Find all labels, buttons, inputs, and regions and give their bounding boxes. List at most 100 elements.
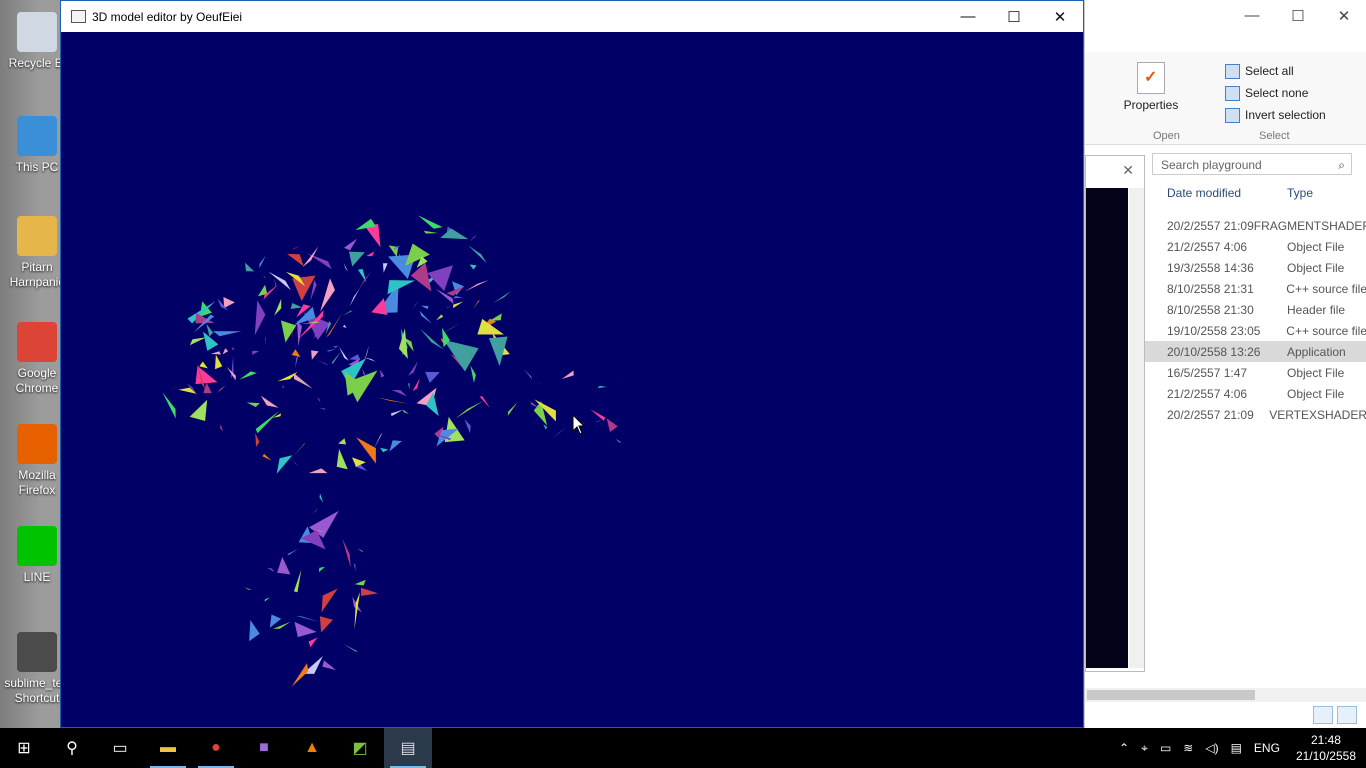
model-editor-window[interactable]: 3D model editor by OeufEiei — ☐ ✕: [60, 0, 1084, 728]
mesh-triangle: [255, 433, 260, 447]
mesh-triangle: [245, 262, 255, 272]
view-buttons: [1313, 706, 1357, 724]
mesh-triangle: [453, 301, 464, 309]
file-row[interactable]: 16/5/2557 1:47 Object File: [1145, 362, 1366, 383]
mesh-triangle: [473, 300, 480, 309]
explorer-close-button[interactable]: ✕: [1321, 7, 1366, 25]
mesh-triangle: [293, 569, 302, 593]
mesh-triangle: [383, 263, 388, 273]
large-icons-view-button[interactable]: [1337, 706, 1357, 724]
mesh-triangle: [170, 384, 177, 392]
scrollbar[interactable]: [1129, 188, 1144, 668]
mesh-triangle: [357, 548, 364, 553]
windows-icon: ⊞: [17, 740, 31, 757]
mesh-triangle: [349, 251, 365, 267]
wifi-icon[interactable]: ≋: [1177, 741, 1199, 755]
properties-button[interactable]: Properties: [1123, 62, 1179, 112]
file-row[interactable]: 21/2/2557 4:06 Object File: [1145, 383, 1366, 404]
file-row[interactable]: 20/2/2557 21:09 FRAGMENTSHADER: [1145, 215, 1366, 236]
close-icon[interactable]: ✕: [1122, 162, 1134, 179]
clock[interactable]: 21:48 21/10/2558: [1286, 732, 1366, 764]
search-input[interactable]: Search playground ⌕: [1152, 153, 1352, 175]
file-date: 20/10/2558 13:26: [1167, 344, 1261, 359]
column-header-type[interactable]: Type: [1287, 186, 1313, 200]
mesh-triangle: [343, 262, 349, 272]
mesh-triangle: [318, 566, 326, 573]
mesh-triangle: [455, 400, 484, 419]
file-row[interactable]: 8/10/2558 21:30 Header file: [1145, 299, 1366, 320]
volume-icon[interactable]: ◁): [1199, 741, 1224, 755]
column-header-date[interactable]: Date modified: [1167, 186, 1241, 200]
explorer-minimize-button[interactable]: —: [1229, 7, 1275, 24]
select-none-button[interactable]: Select none: [1225, 82, 1326, 104]
sublime-icon: [17, 632, 57, 672]
titlebar: 3D model editor by OeufEiei — ☐ ✕: [61, 1, 1083, 32]
clock-date: 21/10/2558: [1295, 749, 1356, 763]
invert-selection-button[interactable]: Invert selection: [1225, 104, 1326, 126]
mesh-triangle: [379, 369, 385, 378]
properties-label: Properties: [1123, 98, 1179, 112]
mesh-triangle: [561, 370, 574, 379]
mesh-triangle: [287, 254, 304, 267]
start-button[interactable]: ⊞: [0, 728, 48, 768]
horizontal-scrollbar[interactable]: [1085, 688, 1366, 702]
task-view-button[interactable]: ▭: [96, 728, 144, 768]
mesh-triangle: [308, 468, 328, 474]
taskbar-model-editor[interactable]: ▤: [384, 728, 432, 768]
close-button[interactable]: ✕: [1037, 1, 1083, 32]
file-row[interactable]: 21/2/2557 4:06 Object File: [1145, 236, 1366, 257]
mesh-triangle: [254, 300, 266, 336]
mesh-triangle: [226, 366, 236, 381]
language-indicator[interactable]: ENG: [1248, 741, 1286, 755]
file-date: 20/2/2557 21:09: [1167, 407, 1254, 422]
battery-icon[interactable]: ▭: [1154, 741, 1177, 755]
mesh-triangle: [362, 368, 366, 375]
chevron-up-icon[interactable]: ⌃: [1113, 741, 1135, 755]
computer-icon: [17, 116, 57, 156]
mesh-triangle: [262, 453, 272, 461]
file-type: Object File: [1287, 260, 1345, 275]
network-icon[interactable]: ⌖: [1135, 741, 1154, 756]
file-row[interactable]: 19/3/2558 14:36 Object File: [1145, 257, 1366, 278]
taskbar-explorer[interactable]: ▬: [144, 728, 192, 768]
mesh-triangle: [507, 402, 518, 416]
file-row[interactable]: 20/2/2557 21:09 VERTEXSHADER: [1145, 404, 1366, 425]
mesh-triangle: [252, 350, 260, 355]
select-all-button[interactable]: Select all: [1225, 60, 1326, 82]
mesh-triangle: [595, 419, 602, 423]
mesh-triangle: [222, 348, 229, 355]
file-row[interactable]: 20/10/2558 13:26 Application: [1145, 341, 1366, 362]
mesh-triangle: [464, 280, 489, 292]
invert-selection-icon: [1225, 107, 1240, 123]
mesh-triangle: [308, 637, 318, 648]
search-button[interactable]: ⚲: [48, 728, 96, 768]
file-row[interactable]: 19/10/2558 23:05 C++ source file: [1145, 320, 1366, 341]
mesh-triangle: [417, 215, 443, 229]
mesh-triangle: [268, 271, 291, 291]
mesh-triangle: [302, 246, 319, 268]
select-none-icon: [1225, 85, 1240, 101]
mesh-triangle: [239, 371, 257, 380]
explorer-maximize-button[interactable]: ☐: [1275, 7, 1321, 25]
taskbar-app-2[interactable]: ◩: [336, 728, 384, 768]
mesh-triangle: [523, 368, 533, 380]
mesh-triangle: [319, 407, 326, 410]
file-explorer-window[interactable]: — ☐ ✕ Properties Select all Select none …: [1084, 0, 1366, 728]
taskbar-chrome[interactable]: ●: [192, 728, 240, 768]
minimize-button[interactable]: —: [945, 1, 991, 32]
mesh-triangle: [336, 448, 348, 470]
3d-viewport[interactable]: [61, 32, 1083, 727]
mouse-cursor-icon: [572, 413, 586, 435]
mesh-triangle: [295, 355, 299, 369]
taskbar-app-1[interactable]: ■: [240, 728, 288, 768]
maximize-button[interactable]: ☐: [991, 1, 1037, 32]
mesh-triangle: [391, 389, 408, 397]
user-folder-icon: [17, 216, 57, 256]
scrollbar-thumb[interactable]: [1087, 690, 1255, 700]
file-row[interactable]: 8/10/2558 21:31 C++ source file: [1145, 278, 1366, 299]
task-view-icon: ▭: [112, 740, 128, 757]
notification-icon[interactable]: ▤: [1225, 741, 1248, 755]
explorer-titlebar: — ☐ ✕: [1085, 0, 1366, 31]
taskbar-vlc[interactable]: ▲: [288, 728, 336, 768]
details-view-button[interactable]: [1313, 706, 1333, 724]
